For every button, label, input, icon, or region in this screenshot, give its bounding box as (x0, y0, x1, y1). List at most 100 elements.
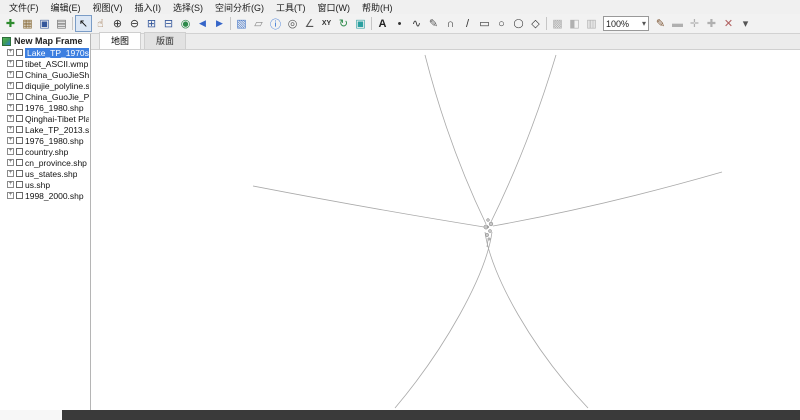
select-features-icon[interactable]: ▧ (233, 15, 250, 32)
layer-visibility-checkbox[interactable] (16, 126, 23, 133)
menu-help[interactable]: 帮助(H) (356, 1, 399, 14)
rectangle-tool-icon[interactable]: ▭ (476, 15, 493, 32)
layer-item[interactable]: us_states.shp (0, 168, 90, 179)
identify-icon[interactable]: ⓘ (267, 15, 284, 32)
layer-item[interactable]: 1976_1980.shp (0, 102, 90, 113)
tab-map[interactable]: 地图 (99, 32, 142, 49)
layer-item[interactable]: China_GuoJieShen (0, 69, 90, 80)
eraser-icon[interactable]: ▬ (669, 15, 686, 32)
layer-list-icon[interactable]: ▥ (583, 15, 600, 32)
layer-visibility-checkbox[interactable] (16, 159, 23, 166)
layer-visibility-checkbox[interactable] (16, 170, 23, 177)
expand-toggle-icon[interactable] (7, 60, 14, 67)
expand-toggle-icon[interactable] (7, 159, 14, 166)
ellipse-tool-icon[interactable]: ◯ (510, 15, 527, 32)
layer-visibility-checkbox[interactable] (16, 148, 23, 155)
expand-toggle-icon[interactable] (7, 126, 14, 133)
layer-item[interactable]: Qinghai-Tibet Plat (0, 113, 90, 124)
expand-toggle-icon[interactable] (7, 82, 14, 89)
layer-item[interactable]: 1998_2000.shp (0, 190, 90, 201)
text-tool-icon[interactable]: A (374, 15, 391, 32)
toolbar-icon-glyph: XY (321, 20, 332, 27)
layer-visibility-checkbox[interactable] (16, 93, 23, 100)
pencil-icon[interactable]: ✎ (652, 15, 669, 32)
go-to-xy-icon[interactable]: XY (318, 15, 335, 32)
menu-window[interactable]: 窗口(W) (312, 1, 357, 14)
map-canvas[interactable] (91, 50, 800, 410)
zoom-level-combo[interactable]: 100% ▾ (603, 16, 649, 31)
menu-view[interactable]: 视图(V) (87, 1, 129, 14)
more-tools-dropdown-icon[interactable]: ▾ (737, 15, 754, 32)
menu-insert[interactable]: 插入(I) (129, 1, 168, 14)
refresh-icon[interactable]: ↻ (335, 15, 352, 32)
prev-extent-icon[interactable]: ◀ (194, 15, 211, 32)
expand-toggle-icon[interactable] (7, 115, 14, 122)
layer-item[interactable]: Lake_TP_2013.shp (0, 124, 90, 135)
layer-visibility-checkbox[interactable] (16, 82, 23, 89)
html-popup-icon[interactable]: ▣ (352, 15, 369, 32)
map-svg (252, 54, 723, 409)
toolbar-icon-glyph: ∿ (411, 18, 422, 30)
expand-toggle-icon[interactable] (7, 148, 14, 155)
arc-tool-icon[interactable]: ∩ (442, 15, 459, 32)
clear-selection-icon[interactable]: ▱ (250, 15, 267, 32)
layer-item[interactable]: country.shp (0, 146, 90, 157)
tab-layout[interactable]: 版面 (144, 32, 187, 49)
effects-icon[interactable]: ◧ (566, 15, 583, 32)
measure-icon[interactable]: ∠ (301, 15, 318, 32)
layer-item[interactable]: cn_province.shp (0, 157, 90, 168)
layer-visibility-checkbox[interactable] (16, 192, 23, 199)
layer-visibility-checkbox[interactable] (16, 181, 23, 188)
freehand-tool-icon[interactable]: ✎ (425, 15, 442, 32)
next-extent-icon[interactable]: ▶ (211, 15, 228, 32)
menu-selection[interactable]: 选择(S) (167, 1, 209, 14)
select-arrow-icon[interactable]: ↖ (75, 15, 92, 32)
add-point-icon[interactable]: ✚ (703, 15, 720, 32)
circle-tool-icon[interactable]: ○ (493, 15, 510, 32)
fixed-zoom-in-icon[interactable]: ⊞ (143, 15, 160, 32)
layer-visibility-checkbox[interactable] (16, 49, 23, 56)
layer-visibility-checkbox[interactable] (16, 115, 23, 122)
zoom-out-icon[interactable]: ⊖ (126, 15, 143, 32)
layer-visibility-checkbox[interactable] (16, 104, 23, 111)
expand-toggle-icon[interactable] (7, 181, 14, 188)
layer-item[interactable]: 1976_1980.shp (0, 135, 90, 146)
pan-icon[interactable]: ☝ (92, 15, 109, 32)
find-icon[interactable]: ◎ (284, 15, 301, 32)
snap-icon[interactable]: ✛ (686, 15, 703, 32)
layer-item[interactable]: us.shp (0, 179, 90, 190)
expand-toggle-icon[interactable] (7, 170, 14, 177)
layer-item[interactable]: tibet_ASCII.wmp (0, 58, 90, 69)
zoom-in-icon[interactable]: ⊕ (109, 15, 126, 32)
menu-edit[interactable]: 编辑(E) (45, 1, 87, 14)
expand-toggle-icon[interactable] (7, 71, 14, 78)
expand-toggle-icon[interactable] (7, 192, 14, 199)
map-frame-root[interactable]: New Map Frame (0, 34, 90, 47)
polygon-tool-icon[interactable]: ◇ (527, 15, 544, 32)
full-extent-icon[interactable]: ◉ (177, 15, 194, 32)
save-icon[interactable]: ▣ (36, 15, 53, 32)
layer-visibility-checkbox[interactable] (16, 60, 23, 67)
print-icon[interactable]: ▤ (53, 15, 70, 32)
expand-toggle-icon[interactable] (7, 93, 14, 100)
expand-toggle-icon[interactable] (7, 137, 14, 144)
menu-tools[interactable]: 工具(T) (270, 1, 312, 14)
add-data-icon[interactable]: ✚ (2, 15, 19, 32)
layer-visibility-checkbox[interactable] (16, 71, 23, 78)
line-tool-icon[interactable]: / (459, 15, 476, 32)
expand-toggle-icon[interactable] (7, 104, 14, 111)
layer-visibility-checkbox[interactable] (16, 137, 23, 144)
map-feature-dot (488, 229, 492, 233)
expand-toggle-icon[interactable] (7, 49, 14, 56)
curve-tool-icon[interactable]: ∿ (408, 15, 425, 32)
delete-icon[interactable]: ✕ (720, 15, 737, 32)
layer-item[interactable]: Lake_TP_1970s.shp (0, 47, 90, 58)
menu-file[interactable]: 文件(F) (3, 1, 45, 14)
add-graphics-icon[interactable]: ▩ (549, 15, 566, 32)
menu-geoprocessing[interactable]: 空间分析(G) (209, 1, 270, 14)
layer-item[interactable]: diqujie_polyline.sl (0, 80, 90, 91)
dot-tool-icon[interactable]: • (391, 15, 408, 32)
layer-item[interactable]: China_GuoJie_Poly (0, 91, 90, 102)
fixed-zoom-out-icon[interactable]: ⊟ (160, 15, 177, 32)
attribute-table-icon[interactable]: ▦ (19, 15, 36, 32)
